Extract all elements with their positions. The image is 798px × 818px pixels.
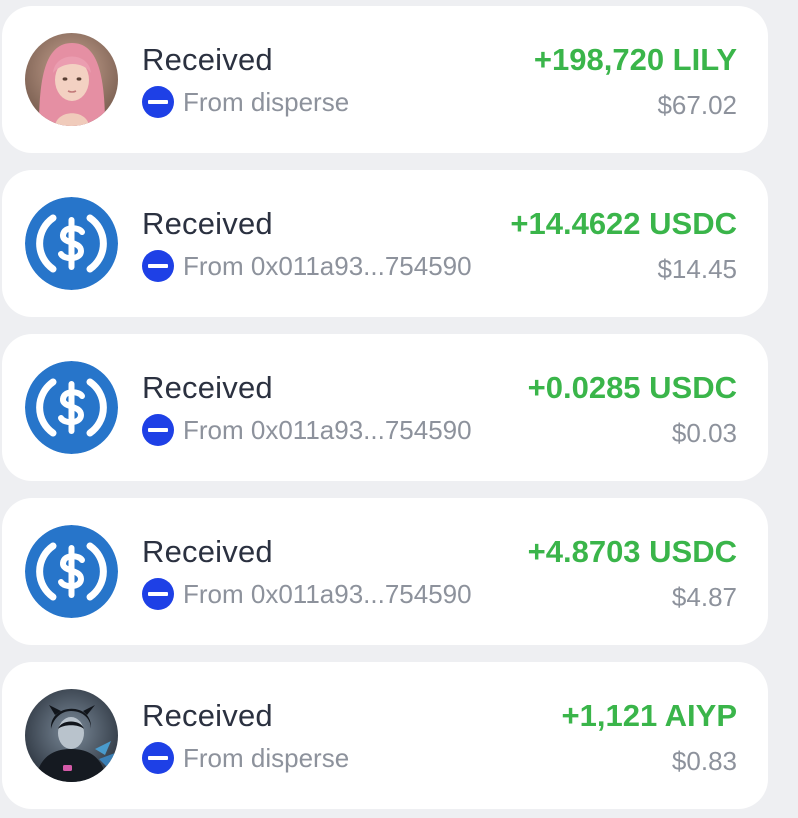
- transaction-title: Received: [142, 698, 273, 733]
- transaction-source: From 0x011a93...754590: [142, 414, 472, 446]
- transaction-title: Received: [142, 42, 273, 77]
- source-badge-icon: [142, 250, 174, 282]
- transaction-amount: +1,121 AIYP: [561, 698, 738, 733]
- transaction-title: Received: [142, 534, 273, 569]
- usdc-icon: [25, 525, 118, 618]
- transaction-row[interactable]: Received From disperse +198,720 LILY $67…: [2, 6, 768, 153]
- transaction-from: From 0x011a93...754590: [183, 578, 472, 609]
- usdc-icon: [25, 361, 118, 454]
- usdc-icon: [25, 197, 118, 290]
- transaction-amount: +4.8703 USDC: [527, 534, 737, 569]
- dark-armored-character-avatar: [25, 689, 118, 782]
- transaction-usd-value: $67.02: [657, 90, 737, 120]
- source-badge-icon: [142, 742, 174, 774]
- transaction-source: From 0x011a93...754590: [142, 578, 472, 610]
- transaction-from: From 0x011a93...754590: [183, 414, 472, 445]
- transaction-title: Received: [142, 370, 273, 405]
- transaction-usd-value: $0.03: [671, 418, 737, 448]
- source-badge-icon: [142, 414, 174, 446]
- transaction-source: From disperse: [142, 742, 349, 774]
- transaction-usd-value: $0.83: [671, 746, 737, 776]
- transaction-usd-value: $14.45: [657, 254, 737, 284]
- transaction-usd-value: $4.87: [671, 582, 737, 612]
- transaction-list: Received From disperse +198,720 LILY $67…: [0, 0, 798, 818]
- transaction-from: From 0x011a93...754590: [183, 250, 472, 281]
- transaction-row[interactable]: Received From 0x011a93...754590 +4.8703 …: [2, 498, 768, 645]
- transaction-amount: +0.0285 USDC: [527, 370, 737, 405]
- transaction-amount: +198,720 LILY: [533, 42, 737, 77]
- transaction-source: From disperse: [142, 86, 349, 118]
- source-badge-icon: [142, 86, 174, 118]
- transaction-from: From disperse: [183, 742, 350, 773]
- transaction-title: Received: [142, 206, 273, 241]
- transaction-amount: +14.4622 USDC: [510, 206, 737, 241]
- pink-hair-girl-avatar: [25, 33, 118, 126]
- transaction-row[interactable]: Received From disperse +1,121 AIYP $0.83: [2, 662, 768, 809]
- source-badge-icon: [142, 578, 174, 610]
- transaction-from: From disperse: [183, 86, 350, 117]
- transaction-row[interactable]: Received From 0x011a93...754590 +14.4622…: [2, 170, 768, 317]
- transaction-row[interactable]: Received From 0x011a93...754590 +0.0285 …: [2, 334, 768, 481]
- transaction-source: From 0x011a93...754590: [142, 250, 472, 282]
